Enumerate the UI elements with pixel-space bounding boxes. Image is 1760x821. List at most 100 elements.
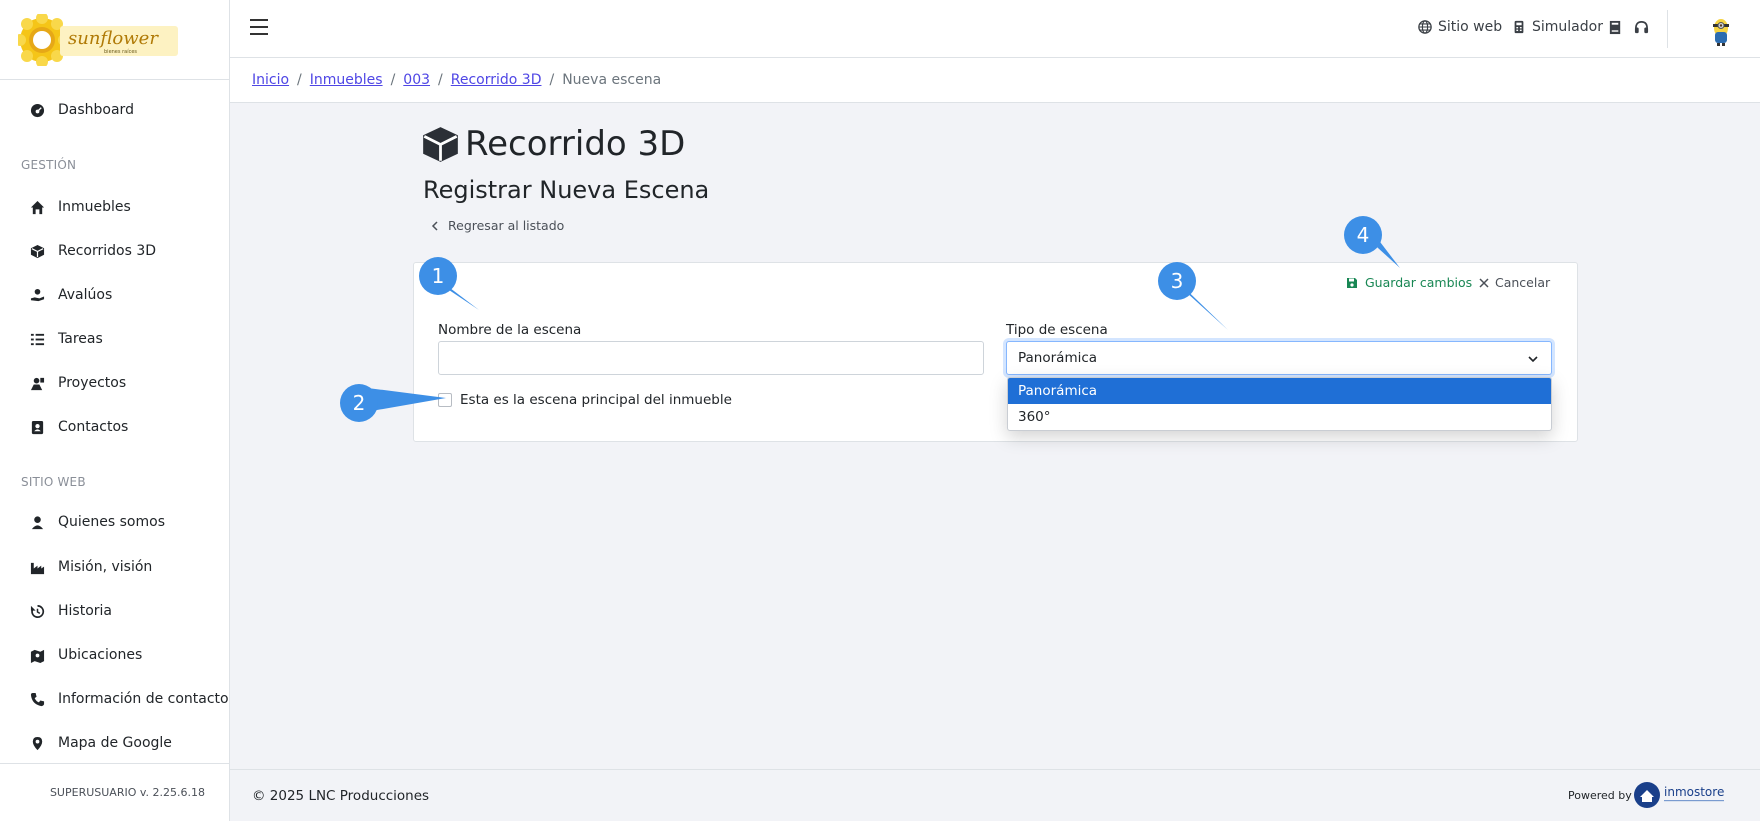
topbar-divider [1667,10,1668,48]
sidebar-item-historia[interactable]: Historia [0,591,229,631]
sitio-web-link[interactable]: Sitio web [1418,19,1502,35]
headset-icon[interactable] [1634,20,1649,35]
page-subtitle: Registrar Nueva Escena [423,176,710,204]
inmostore-logo[interactable]: inmostore [1634,780,1734,810]
logo-area: sunflower bienes raíces [0,0,229,80]
main-scene-checkbox-row[interactable]: Esta es la escena principal del inmueble [438,392,732,408]
svg-text:inmostore: inmostore [1664,785,1724,799]
back-to-list-link[interactable]: Regresar al listado [430,218,564,233]
sidebar-item-recorridos[interactable]: Recorridos 3D [0,231,229,271]
cube-icon [423,126,458,162]
cube-icon [28,242,46,260]
back-label: Regresar al listado [448,218,565,233]
sidebar-item-quienes-somos[interactable]: Quienes somos [0,502,229,542]
cancel-label: Cancelar [1495,275,1551,290]
dashboard-icon [28,101,46,119]
simulador-label: Simulador [1532,19,1603,35]
sidebar-item-ubicaciones[interactable]: Ubicaciones [0,635,229,675]
scene-type-value: Panorámica [1018,350,1098,366]
user-icon [28,513,46,531]
scene-type-dropdown: Panorámica 360° [1007,377,1552,431]
sidebar-item-label: Recorridos 3D [58,243,157,259]
sidebar-item-proyectos[interactable]: Proyectos [0,363,229,403]
breadcrumb-codigo[interactable]: 003 [403,72,430,88]
option-panoramica[interactable]: Panorámica [1008,378,1551,404]
callout-number: 4 [1357,223,1370,247]
sidebar-item-avaluos[interactable]: Avalúos [0,275,229,315]
sitio-web-label: Sitio web [1438,19,1503,35]
sidebar-item-label: Misión, visión [58,559,153,575]
sidebar-item-tareas[interactable]: Tareas [0,319,229,359]
calculator-icon [1514,20,1524,34]
breadcrumb: Inicio / Inmuebles / 003 / Recorrido 3D … [230,58,1760,103]
history-icon [28,602,46,620]
scene-type-label: Tipo de escena [1006,322,1108,338]
industry-icon [28,558,46,576]
sidebar-item-mision-vision[interactable]: Misión, visión [0,547,229,587]
breadcrumb-separator: / [438,72,443,88]
footer: © 2025 LNC Producciones Powered by inmos… [230,769,1760,821]
option-360[interactable]: 360° [1008,404,1551,430]
breadcrumb-separator: / [297,72,302,88]
map-pin-icon [28,734,46,752]
sidebar-item-label: Proyectos [58,375,127,391]
sidebar-item-info-contacto[interactable]: Información de contacto [0,679,229,719]
projects-icon [28,374,46,392]
hamburger-menu-icon[interactable] [250,19,268,37]
simulador-link[interactable]: Simulador [1512,19,1603,35]
sidebar-item-label: Ubicaciones [58,647,143,663]
home-icon [28,198,46,216]
copyright: © 2025 LNC Producciones [252,788,430,804]
hand-coin-icon [28,286,46,304]
close-icon [1479,277,1489,288]
page-title-text: Recorrido 3D [465,124,686,164]
page-title: Recorrido 3D [422,124,685,164]
sidebar-item-label: Contactos [58,419,129,435]
sidebar-item-label: Dashboard [58,102,134,118]
scene-name-label: Nombre de la escena [438,322,582,338]
callout-number: 2 [353,391,366,415]
sunflower-logo[interactable]: sunflower bienes raíces [18,13,180,66]
scene-name-input[interactable] [438,341,984,375]
floppy-disk-icon [1347,277,1357,288]
sidebar-item-label: Historia [58,603,112,619]
sidebar-item-dashboard[interactable]: Dashboard [0,90,229,130]
main-scene-label: Esta es la escena principal del inmueble [460,392,732,408]
tasks-icon [28,330,46,348]
svg-text:bienes raíces: bienes raíces [104,48,137,55]
version-label: SUPERUSUARIO v. 2.25.6.18 [0,763,229,821]
globe-icon [1418,20,1432,34]
sidebar-item-contactos[interactable]: Contactos [0,407,229,447]
breadcrumb-inmuebles[interactable]: Inmuebles [310,72,383,88]
cancel-button[interactable]: Cancelar [1479,275,1550,290]
chevron-left-icon [431,220,438,231]
sidebar-item-label: Mapa de Google [58,735,172,751]
main-scene-checkbox[interactable] [438,393,452,407]
breadcrumb-current: Nueva escena [562,72,662,88]
save-label: Guardar cambios [1365,275,1473,290]
book-icon[interactable] [1608,20,1623,35]
breadcrumb-recorrido[interactable]: Recorrido 3D [451,72,542,88]
user-avatar[interactable] [1706,14,1736,48]
chevron-down-icon [1528,356,1538,363]
topbar: Sitio web Simulador [230,0,1760,58]
sidebar-item-label: Información de contacto [58,691,229,707]
sidebar-item-label: Quienes somos [58,514,165,530]
sidebar-item-label: Inmuebles [58,199,131,215]
map-icon [28,646,46,664]
svg-text:sunflower: sunflower [68,28,159,49]
breadcrumb-separator: / [390,72,396,88]
sidebar-item-mapa-google[interactable]: Mapa de Google [0,723,229,763]
section-sitio-web: SITIO WEB [21,475,86,489]
powered-by-label: Powered by [1568,789,1632,802]
sidebar: sunflower bienes raíces Dashboard GESTIÓ… [0,0,230,821]
save-button[interactable]: Guardar cambios [1346,275,1472,290]
sidebar-item-label: Tareas [58,331,103,347]
sidebar-item-label: Avalúos [58,287,113,303]
sidebar-item-inmuebles[interactable]: Inmuebles [0,187,229,227]
contacts-icon [28,418,46,436]
phone-icon [28,690,46,708]
scene-type-select[interactable]: Panorámica [1006,341,1552,375]
breadcrumb-inicio[interactable]: Inicio [252,72,289,88]
breadcrumb-separator: / [549,72,555,88]
